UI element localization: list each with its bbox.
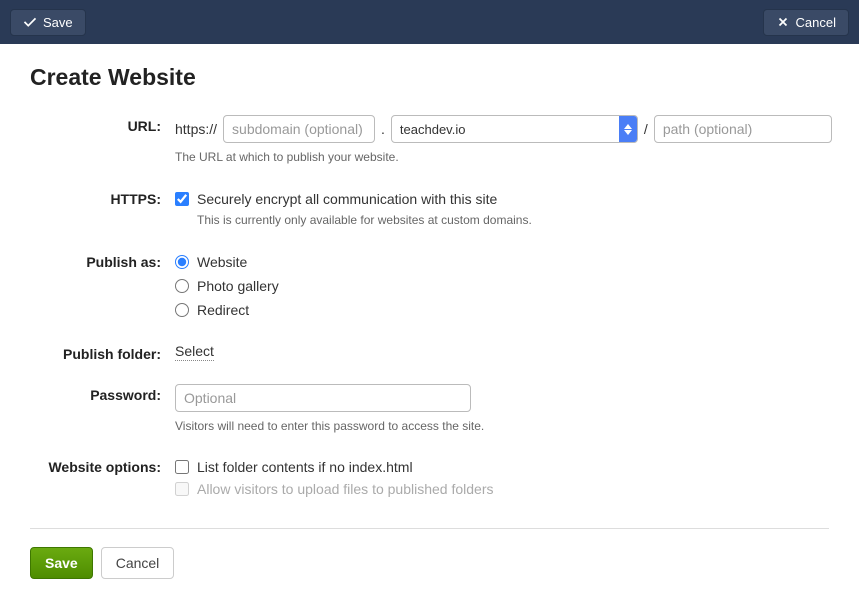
password-input[interactable] — [175, 384, 471, 412]
row-https: HTTPS: Securely encrypt all communicatio… — [30, 184, 829, 229]
https-checkbox[interactable] — [175, 192, 189, 206]
cancel-button[interactable]: Cancel — [101, 547, 175, 579]
url-help: The URL at which to publish your website… — [175, 149, 832, 166]
radio-website[interactable] — [175, 255, 189, 269]
radio-photo-gallery[interactable] — [175, 279, 189, 293]
publish-folder-select-link[interactable]: Select — [175, 343, 214, 361]
label-url: URL: — [30, 111, 175, 134]
domain-select[interactable]: teachdev.io — [391, 115, 638, 143]
url-dot: . — [381, 121, 385, 137]
path-input[interactable] — [654, 115, 832, 143]
check-icon — [23, 15, 37, 29]
radio-photo-gallery-label: Photo gallery — [197, 275, 279, 297]
topbar-cancel-label: Cancel — [796, 15, 836, 30]
label-password: Password: — [30, 380, 175, 403]
top-bar: Save Cancel — [0, 0, 859, 44]
label-website-options: Website options: — [30, 452, 175, 475]
content: Create Website URL: https:// . teachdev.… — [0, 44, 859, 609]
domain-select-value: teachdev.io — [392, 122, 619, 137]
topbar-save-button[interactable]: Save — [10, 9, 86, 36]
list-folder-label: List folder contents if no index.html — [197, 456, 413, 478]
row-publish-as: Publish as: Website Photo gallery Redire… — [30, 247, 829, 321]
row-publish-folder: Publish folder: Select — [30, 339, 829, 362]
label-publish-as: Publish as: — [30, 247, 175, 270]
save-button[interactable]: Save — [30, 547, 93, 579]
https-help: This is currently only available for web… — [197, 212, 829, 229]
radio-redirect-label: Redirect — [197, 299, 249, 321]
close-icon — [776, 15, 790, 29]
radio-website-label: Website — [197, 251, 247, 273]
subdomain-input[interactable] — [223, 115, 375, 143]
radio-redirect[interactable] — [175, 303, 189, 317]
divider — [30, 528, 829, 529]
password-help: Visitors will need to enter this passwor… — [175, 418, 829, 435]
updown-icon — [619, 116, 637, 142]
row-website-options: Website options: List folder contents if… — [30, 452, 829, 500]
bottom-buttons: Save Cancel — [30, 547, 829, 579]
row-url: URL: https:// . teachdev.io / The URL at… — [30, 111, 829, 166]
label-https: HTTPS: — [30, 184, 175, 207]
list-folder-checkbox[interactable] — [175, 460, 189, 474]
topbar-cancel-button[interactable]: Cancel — [763, 9, 849, 36]
topbar-save-label: Save — [43, 15, 73, 30]
allow-upload-label: Allow visitors to upload files to publis… — [197, 478, 494, 500]
label-publish-folder: Publish folder: — [30, 339, 175, 362]
url-prefix: https:// — [175, 121, 217, 137]
row-password: Password: Visitors will need to enter th… — [30, 380, 829, 435]
https-checkbox-label: Securely encrypt all communication with … — [197, 188, 497, 210]
url-slash: / — [644, 121, 648, 137]
page-title: Create Website — [30, 64, 829, 91]
allow-upload-checkbox — [175, 482, 189, 496]
